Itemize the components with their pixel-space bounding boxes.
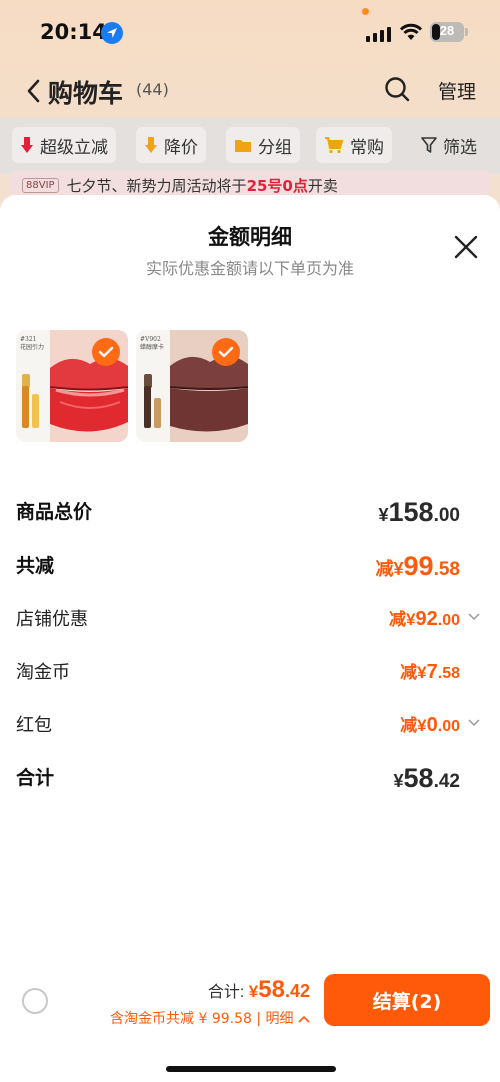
product-shade-code: #321 bbox=[20, 336, 37, 343]
select-all-checkbox[interactable] bbox=[22, 988, 48, 1014]
row-amount: 减¥7.58 bbox=[400, 661, 460, 683]
cart-icon bbox=[324, 136, 344, 154]
back-chevron-icon[interactable] bbox=[26, 78, 42, 104]
battery-level: 28 bbox=[439, 23, 455, 38]
status-time: 20:14 bbox=[40, 20, 107, 44]
battery-cap bbox=[465, 28, 468, 36]
row-amount: 减¥92.00 bbox=[389, 608, 460, 630]
funnel-icon bbox=[421, 137, 437, 153]
chevron-down-icon[interactable] bbox=[468, 719, 480, 727]
chip-label: 分组 bbox=[258, 137, 292, 158]
chevron-up-icon[interactable] bbox=[298, 1015, 310, 1023]
checkout-button[interactable]: 结算(2) bbox=[324, 974, 490, 1026]
detail-link[interactable]: | 明细 bbox=[256, 1011, 293, 1027]
checkout-bar: 合计: ¥58.42 含淘金币共减 ¥ 99.58 | 明细 结算(2) bbox=[0, 968, 500, 1082]
product-shade-name: 花园引力 bbox=[20, 343, 45, 351]
chip-label: 降价 bbox=[164, 137, 198, 158]
chip-frequent[interactable]: 常购 bbox=[316, 127, 392, 163]
sheet-title: 金额明细 bbox=[208, 225, 292, 249]
selected-check-icon[interactable] bbox=[212, 338, 240, 366]
filter-bar: 超级立减 降价 分组 常购 筛选 bbox=[0, 118, 500, 174]
cart-count: (44) bbox=[136, 80, 169, 99]
promo-highlight: 25号0点 bbox=[246, 176, 308, 195]
chevron-down-icon[interactable] bbox=[468, 613, 480, 621]
row-label: 淘金币 bbox=[16, 662, 70, 683]
chip-label: 常购 bbox=[350, 137, 384, 158]
row-label: 共减 bbox=[16, 555, 55, 577]
promo-text-after: 开卖 bbox=[307, 176, 338, 195]
discount-summary[interactable]: 含淘金币共减 ¥ 99.58 | 明细 bbox=[110, 1008, 310, 1028]
row-label: 合计 bbox=[16, 767, 55, 789]
chip-group[interactable]: 分组 bbox=[226, 127, 300, 163]
product-thumbnail-lip-gloss-v902[interactable]: #V902 蜡醇摩卡 bbox=[136, 330, 248, 442]
status-bar: 20:14 28 bbox=[0, 0, 500, 64]
total-price: 合计: ¥58.42 bbox=[207, 976, 310, 1003]
manage-button[interactable]: 管理 bbox=[438, 77, 476, 104]
row-amount: ¥158.00 bbox=[378, 497, 461, 527]
battery-icon: 28 bbox=[430, 22, 464, 42]
promo-text-before: 七夕节、新势力周活动将于 bbox=[66, 176, 247, 195]
row-amount: 减¥0.00 bbox=[400, 714, 460, 736]
row-amount: ¥58.42 bbox=[393, 763, 460, 793]
close-icon[interactable] bbox=[454, 235, 478, 259]
yellow-down-arrow-icon bbox=[144, 136, 158, 154]
home-indicator bbox=[166, 1066, 336, 1072]
filter-button[interactable]: 筛选 bbox=[420, 127, 477, 163]
chip-label: 超级立减 bbox=[40, 137, 108, 158]
location-arrow-icon bbox=[101, 22, 123, 44]
vip-badge: 88VIP bbox=[22, 177, 59, 193]
sheet-subtitle: 实际优惠金额请以下单页为准 bbox=[145, 259, 354, 278]
privacy-indicator-dot bbox=[362, 8, 369, 15]
selected-check-icon[interactable] bbox=[92, 338, 120, 366]
nav-bar: 购物车 (44) 管理 bbox=[0, 68, 500, 114]
red-down-arrow-icon bbox=[20, 136, 34, 154]
wifi-icon bbox=[399, 23, 423, 40]
product-shade-code: #V902 bbox=[140, 336, 161, 343]
product-thumbnail-lip-gloss-321[interactable]: #321 花园引力 bbox=[16, 330, 128, 442]
folder-icon bbox=[234, 138, 252, 153]
filter-label: 筛选 bbox=[443, 137, 477, 158]
search-icon[interactable] bbox=[384, 76, 410, 102]
cellular-signal-icon bbox=[366, 25, 392, 42]
row-label: 红包 bbox=[16, 715, 52, 736]
row-label: 店铺优惠 bbox=[16, 609, 88, 630]
product-shade-name: 蜡醇摩卡 bbox=[140, 343, 165, 351]
chip-price-drop[interactable]: 降价 bbox=[136, 127, 206, 163]
page-title: 购物车 bbox=[48, 79, 124, 108]
discount-text: 含淘金币共减 ¥ 99.58 bbox=[110, 1011, 252, 1027]
row-amount: 减¥99.58 bbox=[375, 551, 460, 581]
amount-detail-sheet: 金额明细 实际优惠金额请以下单页为准 #321 花园引力 #V902 蜡醇摩卡 … bbox=[0, 195, 500, 1082]
row-label: 商品总价 bbox=[16, 501, 93, 523]
chip-super-discount[interactable]: 超级立减 bbox=[12, 127, 116, 163]
